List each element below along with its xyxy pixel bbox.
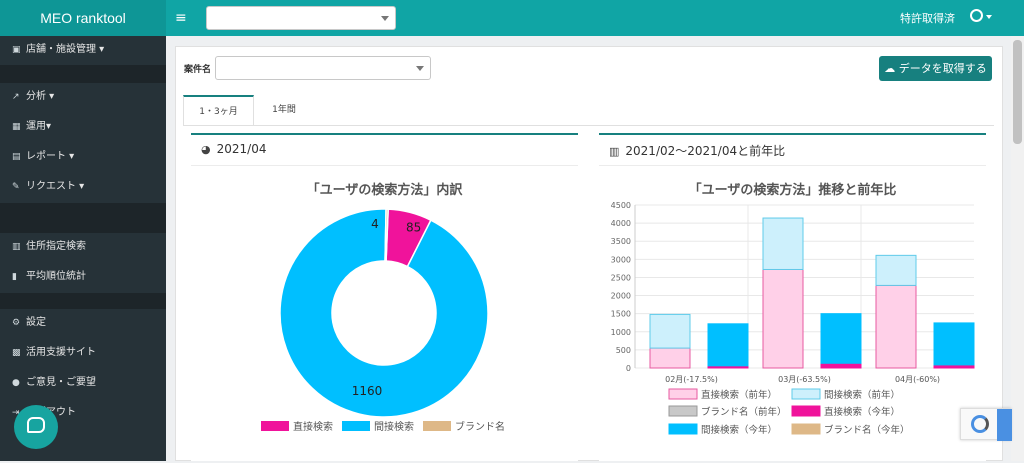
sidebar-item-report[interactable]: ▤ レポート ▾ xyxy=(0,143,166,171)
y-tick-label: 2000 xyxy=(611,292,631,301)
y-tick-label: 500 xyxy=(616,346,631,355)
pie-slice xyxy=(279,208,489,418)
legend-swatch xyxy=(791,388,821,400)
y-tick-label: 4500 xyxy=(611,201,631,210)
legend-label: 間接検索（前年） xyxy=(824,389,900,401)
store-select[interactable] xyxy=(206,6,396,30)
tab-1-3-months[interactable]: 1・3ヶ月 xyxy=(183,95,254,125)
cloud-download-icon: ☁ xyxy=(884,62,899,75)
trend-card: ▥ 2021/02〜2021/04と前年比 「ユーザの検索方法」推移と前年比 05… xyxy=(599,133,986,461)
tab-divider xyxy=(183,125,994,126)
bar-segment xyxy=(933,322,975,366)
pie-chart-icon: ◕ xyxy=(201,143,211,156)
sidebar-item-support-site[interactable]: ▩ 活用支援サイト xyxy=(0,339,166,367)
gear-icon: ⚙ xyxy=(12,318,21,328)
doughnut-chart: 85 1160 4 直接検索 間接検索 ブランド名 xyxy=(261,208,505,433)
legend-swatch xyxy=(668,423,698,435)
legend-swatch xyxy=(342,421,370,431)
bar-segment xyxy=(649,347,691,369)
line-chart-icon: ↗ xyxy=(12,92,20,102)
bar-segment xyxy=(649,313,691,349)
tab-1-year[interactable]: 1年間 xyxy=(258,95,310,125)
sidebar-item-address-search[interactable]: ▥ 住所指定検索 xyxy=(0,233,166,261)
film-icon: ▩ xyxy=(12,348,21,358)
chat-icon[interactable] xyxy=(27,417,45,433)
y-tick-label: 2500 xyxy=(611,273,631,282)
case-name-select[interactable] xyxy=(215,56,431,80)
sidebar-item-feedback[interactable]: ● ご意見・ご要望 xyxy=(0,369,166,397)
y-tick-label: 1500 xyxy=(611,310,631,319)
store-icon: ▣ xyxy=(12,45,21,55)
recaptcha-icon xyxy=(971,415,989,433)
legend-label: ブランド名（前年） xyxy=(701,406,787,418)
sidebar-item-average-rank[interactable]: ▮ 平均順位統計 xyxy=(0,263,166,291)
legend-label: 直接検索（今年） xyxy=(824,406,900,418)
stacked-bar-chart: 0 500 1000 1500 2000 2500 3000 3500 4000 4500 02月(… xyxy=(611,201,975,436)
sidebar-item-settings[interactable]: ⚙ 設定 xyxy=(0,309,166,337)
y-tick-label: 4000 xyxy=(611,219,631,228)
legend-swatch xyxy=(791,405,821,417)
bar-segment xyxy=(875,254,917,286)
sidebar-item-request[interactable]: ✎ リクエスト ▾ xyxy=(0,173,166,201)
sidebar-item-analysis[interactable]: ↗ 分析 ▾ xyxy=(0,83,166,111)
y-tick-label: 1000 xyxy=(611,328,631,337)
user-icon[interactable] xyxy=(970,9,983,22)
chevron-down-icon[interactable] xyxy=(986,15,992,19)
grid-icon: ▦ xyxy=(12,122,21,132)
case-name-label: 案件名 xyxy=(184,65,212,75)
report-icon: ▤ xyxy=(12,152,21,162)
legend-label: 間接検索 xyxy=(374,420,414,433)
legend-label: 直接検索 xyxy=(293,420,333,433)
sidebar-item-operation[interactable]: ▦ 運用▾ xyxy=(0,113,166,141)
bar-segment xyxy=(875,284,917,369)
x-tick-label: 02月(-17.5%) xyxy=(665,375,718,384)
legend-swatch xyxy=(668,405,698,417)
sidebar-divider xyxy=(0,203,166,233)
legend-label: ブランド名 xyxy=(455,420,505,433)
bar-segment xyxy=(762,217,804,270)
chevron-down-icon xyxy=(416,66,424,71)
legend-label: 直接検索（前年） xyxy=(701,389,777,401)
data-label: 1160 xyxy=(352,384,383,398)
bar-segment xyxy=(762,268,804,369)
chevron-down-icon xyxy=(381,16,389,21)
legend-swatch xyxy=(261,421,289,431)
legend-swatch xyxy=(791,423,821,435)
card-title: ▥ 2021/02〜2021/04と前年比 xyxy=(609,144,786,158)
edit-icon: ✎ xyxy=(12,182,20,192)
patent-badge: 特許取得済 xyxy=(900,12,955,25)
bar-segment xyxy=(707,323,749,367)
legend-swatch xyxy=(668,388,698,400)
legend-label: 間接検索（今年） xyxy=(701,424,777,436)
scrollbar-thumb[interactable] xyxy=(1013,40,1022,144)
y-tick-label: 3000 xyxy=(611,255,631,264)
x-tick-label: 03月(-63.5%) xyxy=(778,375,831,384)
data-label: 85 xyxy=(406,220,421,234)
bar-segment xyxy=(820,362,862,369)
fetch-data-button[interactable]: ☁ データを取得する xyxy=(879,56,992,81)
menu-toggle-icon[interactable]: ≡ xyxy=(175,10,187,26)
legend-swatch xyxy=(423,421,451,431)
bar-chart-icon: ▮ xyxy=(12,272,17,282)
comment-icon: ● xyxy=(12,378,20,388)
card-title: ◕ 2021/04 xyxy=(201,142,267,156)
x-tick-label: 04月(-60%) xyxy=(895,375,940,384)
recaptcha-tab xyxy=(997,409,1012,441)
recaptcha-badge[interactable] xyxy=(960,408,1012,441)
y-tick-label: 3500 xyxy=(611,237,631,246)
brand-logo[interactable]: MEO ranktool xyxy=(0,0,166,36)
bar-chart-icon: ▥ xyxy=(609,145,620,158)
map-icon: ▥ xyxy=(12,242,21,252)
sidebar-item-store-management[interactable]: ▣ 店舗・施設管理 ▾ xyxy=(0,36,166,64)
bar-segment xyxy=(820,313,862,364)
sidebar-divider xyxy=(0,293,166,309)
data-label: 4 xyxy=(371,217,379,231)
sidebar-divider xyxy=(0,65,166,83)
y-tick-label: 0 xyxy=(626,364,631,373)
breakdown-card: ◕ 2021/04 「ユーザの検索方法」内訳 85 1160 4 直接検索 間接検索 ブラン… xyxy=(191,133,578,461)
legend-label: ブランド名（今年） xyxy=(824,424,910,436)
